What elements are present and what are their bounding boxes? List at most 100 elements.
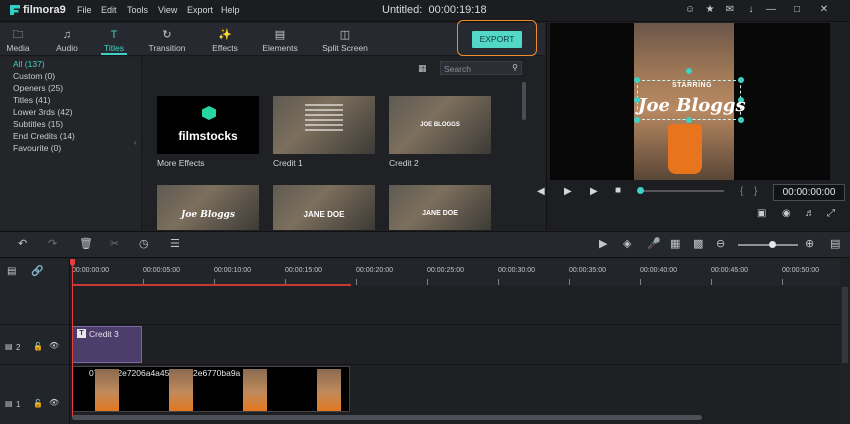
tab-titles[interactable]: T Titles	[101, 23, 127, 56]
category-end-credits[interactable]: End Credits (14)	[13, 131, 75, 141]
search-input[interactable]	[444, 63, 506, 74]
delete-icon[interactable]: 🗑	[79, 237, 93, 250]
playhead-line[interactable]	[72, 267, 73, 418]
add-track-icon[interactable]: ▤	[7, 266, 16, 277]
mark-out-icon[interactable]: }	[754, 186, 757, 197]
thumbnail-joe-bloggs[interactable]: Joe Bloggs	[157, 185, 259, 230]
title-clip[interactable]: T Credit 3	[72, 326, 142, 363]
audio-mixer-icon[interactable]: ▦	[670, 237, 680, 250]
tab-transition[interactable]: ↻ Transition	[146, 23, 188, 56]
ruler-label: 00:00:25:00	[427, 267, 464, 274]
purchase-icon[interactable]: ★	[704, 4, 716, 16]
thumbnail-jane-doe-1[interactable]: JANE DOE	[273, 185, 375, 230]
previous-frame-icon[interactable]: ◀	[537, 186, 545, 197]
ruler-label: 00:00:40:00	[640, 267, 677, 274]
account-icon[interactable]: ☺	[684, 4, 696, 16]
video-frame-thumb	[95, 369, 119, 411]
video-clip[interactable]: 07e9622e7206a4a45927182e6770ba9a	[72, 366, 350, 412]
duration-icon[interactable]: ◷	[139, 237, 149, 250]
resize-handle[interactable]	[738, 117, 744, 123]
zoom-slider-track[interactable]	[738, 244, 798, 246]
visibility-icon[interactable]: 👁	[49, 341, 59, 350]
menu-help[interactable]: Help	[221, 5, 240, 15]
volume-icon[interactable]: ♬	[805, 208, 815, 219]
menu-edit[interactable]: Edit	[101, 5, 117, 15]
resize-handle[interactable]	[634, 117, 640, 123]
marker-icon[interactable]: ◈	[623, 237, 631, 250]
category-openers[interactable]: Openers (25)	[13, 83, 63, 93]
thumbnail-label: Credit 2	[389, 158, 419, 168]
display-settings-icon[interactable]: ▣	[757, 208, 766, 219]
detach-icon[interactable]: ▩	[693, 237, 703, 250]
lock-icon[interactable]: 🔓	[33, 399, 43, 408]
category-all[interactable]: All (137)	[13, 59, 45, 69]
stop-icon[interactable]: ■	[615, 185, 621, 196]
active-tab-underline	[101, 53, 127, 55]
rotate-handle[interactable]	[686, 68, 692, 74]
category-lower-3rds[interactable]: Lower 3rds (42)	[13, 107, 73, 117]
ruler-tick	[498, 279, 499, 285]
tab-media[interactable]: 🗀 Media	[4, 23, 32, 56]
download-icon[interactable]: ↓	[745, 4, 757, 16]
search-icon[interactable]: ⚲	[512, 63, 518, 72]
play-icon[interactable]: ▶	[590, 186, 598, 197]
menu-file[interactable]: File	[77, 5, 92, 15]
maximize-icon[interactable]: □	[791, 4, 803, 16]
mark-in-icon[interactable]: {	[740, 186, 743, 197]
mail-icon[interactable]: ✉	[724, 4, 736, 16]
zoom-in-icon[interactable]: ⊕	[805, 237, 814, 250]
menu-tools[interactable]: Tools	[127, 5, 148, 15]
render-icon[interactable]: ▶	[599, 237, 607, 250]
timeline-panel-icon[interactable]: ▤	[830, 237, 840, 250]
credit-lines	[305, 104, 343, 134]
fullscreen-icon[interactable]: ⤢	[827, 208, 835, 219]
visibility-icon[interactable]: 👁	[49, 398, 59, 407]
category-titles[interactable]: Titles (41)	[13, 95, 50, 105]
tab-split-screen[interactable]: ◫ Split Screen	[320, 23, 370, 56]
tab-elements[interactable]: ▤ Elements	[261, 23, 299, 56]
category-subtitles[interactable]: Subtitles (15)	[13, 119, 63, 129]
redo-icon[interactable]: ↷	[48, 237, 57, 250]
undo-icon[interactable]: ↶	[18, 237, 27, 250]
minimize-icon[interactable]: —	[765, 4, 777, 16]
resize-handle[interactable]	[738, 77, 744, 83]
lock-icon[interactable]: 🔓	[33, 342, 43, 351]
resize-handle[interactable]	[686, 117, 692, 123]
preview-timecode: 00:00:00:00	[773, 184, 845, 201]
menu-export[interactable]: Export	[187, 5, 213, 15]
preview-title-text[interactable]: Joe Bloggs	[638, 95, 746, 116]
zoom-slider-knob[interactable]	[769, 241, 776, 248]
menu-view[interactable]: View	[158, 5, 177, 15]
close-icon[interactable]: ✕	[818, 4, 830, 16]
tab-audio[interactable]: ♫ Audio	[51, 23, 83, 56]
category-favourite[interactable]: Favourite (0)	[13, 143, 61, 153]
preview-progress-track[interactable]	[640, 190, 724, 192]
video-frame-thumb	[243, 369, 267, 411]
thumbnail-credit-1[interactable]	[273, 96, 375, 154]
resize-handle[interactable]	[634, 77, 640, 83]
category-custom[interactable]: Custom (0)	[13, 71, 55, 81]
track-number: 2	[16, 343, 21, 352]
link-icon[interactable]: 🔗	[31, 266, 43, 277]
video-frame-thumb	[169, 369, 193, 411]
adjust-icon[interactable]: ☰	[170, 237, 180, 250]
step-back-icon[interactable]: ▶	[564, 186, 572, 197]
export-button[interactable]: EXPORT	[472, 31, 522, 48]
preview-progress-knob[interactable]	[637, 187, 644, 194]
thumbnail-label: More Effects	[157, 158, 205, 168]
snapshot-icon[interactable]: ◉	[782, 208, 791, 219]
thumbnail-more-effects[interactable]: filmstocks	[157, 96, 259, 154]
timeline-horizontal-scrollbar[interactable]	[72, 415, 702, 420]
preview-starring-text: STARRING	[672, 82, 713, 89]
render-range-bar	[72, 284, 351, 286]
collapse-panel-icon[interactable]: ‹	[134, 138, 137, 147]
grid-view-icon[interactable]: ▦	[418, 63, 428, 73]
thumbnail-credit-2[interactable]: JOE BLOGGS	[389, 96, 491, 154]
thumbnail-jane-doe-2[interactable]: JANE DOE	[389, 185, 491, 230]
tab-effects[interactable]: ✨ Effects	[209, 23, 241, 56]
library-scrollbar[interactable]	[522, 82, 526, 120]
zoom-out-icon[interactable]: ⊖	[716, 237, 725, 250]
voiceover-icon[interactable]: 🎤	[647, 237, 661, 250]
cut-icon[interactable]: ✂	[110, 237, 119, 250]
timeline-vertical-scrollbar[interactable]	[842, 287, 848, 363]
